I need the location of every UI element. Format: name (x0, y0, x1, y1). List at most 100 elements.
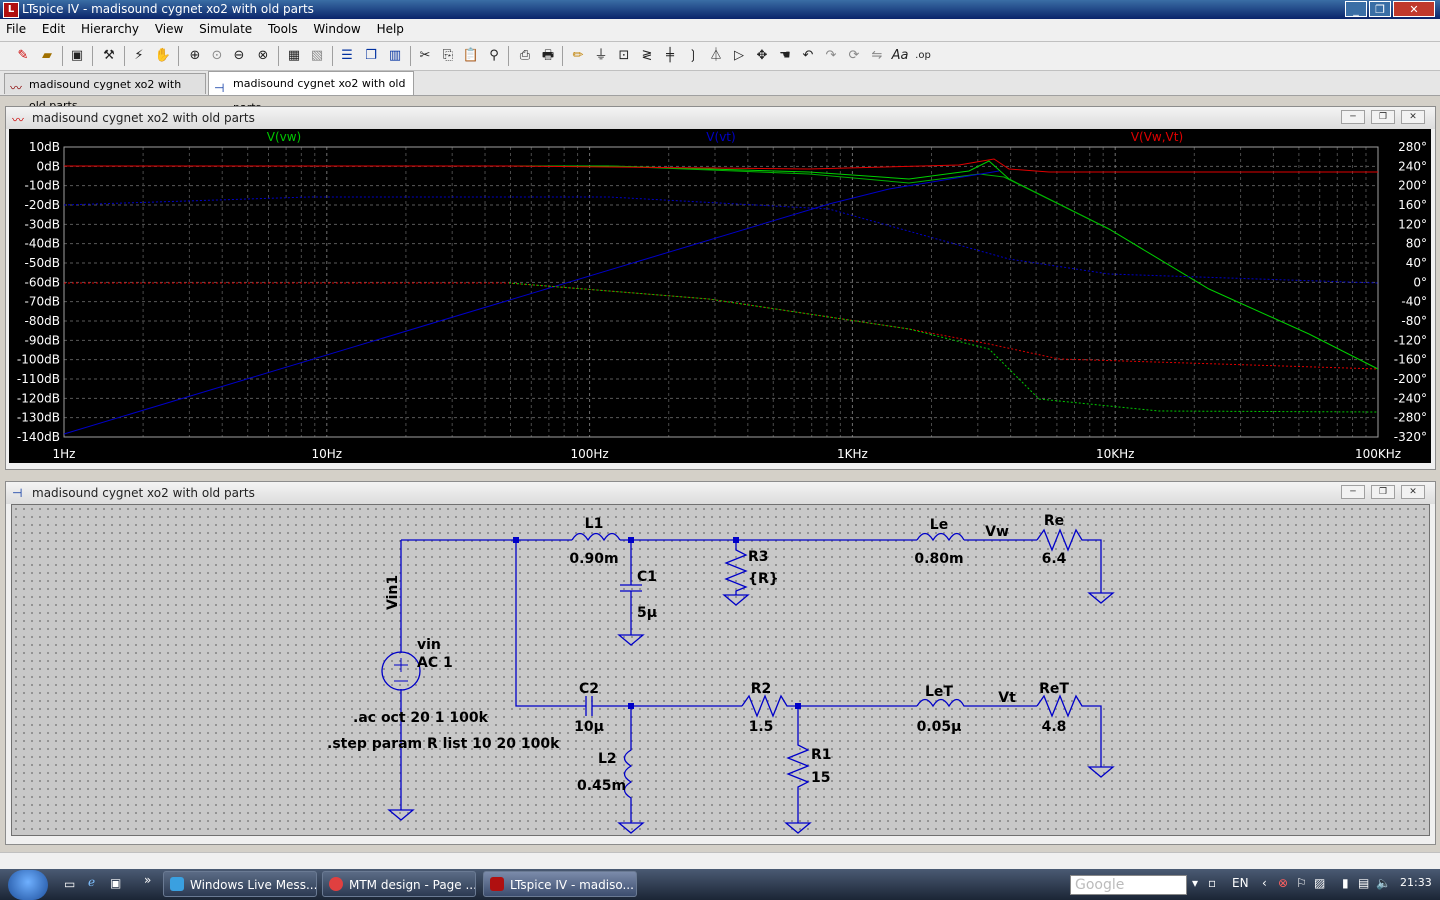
menu-hierarchy[interactable]: Hierarchy (75, 19, 145, 39)
switch-windows-icon[interactable]: ▣ (110, 876, 121, 890)
show-desktop-icon[interactable]: ▭ (64, 877, 75, 891)
diode-icon[interactable]: ⏃ (707, 47, 725, 65)
search-dropdown-icon[interactable]: ▾ (1192, 876, 1198, 890)
save-icon[interactable]: ▣ (68, 47, 86, 65)
open-folder-icon[interactable]: ▰ (38, 47, 56, 65)
component-value-r2[interactable]: 1.5 (749, 719, 774, 735)
component-value-vin[interactable]: AC 1 (417, 655, 453, 671)
tile-vertical-icon[interactable]: ▥ (386, 47, 404, 65)
net-label-vw[interactable]: Vw (985, 524, 1009, 540)
internet-explorer-icon[interactable]: ℯ (88, 875, 95, 889)
volume-icon[interactable]: 🔈 (1376, 876, 1391, 890)
trace-label-vw[interactable]: V(vw) (267, 130, 302, 144)
autorange-icon[interactable]: ▦ (285, 47, 303, 65)
search-go-icon[interactable]: ▫ (1208, 876, 1216, 890)
print-setup-icon[interactable]: ⎙ (516, 47, 534, 65)
zoom-fit-icon[interactable]: ⊗ (254, 47, 272, 65)
cascade-icon[interactable]: ❐ (362, 47, 380, 65)
component-value-c1[interactable]: 5μ (637, 605, 657, 621)
move-icon[interactable]: ✥ (753, 47, 771, 65)
text-icon[interactable]: Aa (891, 47, 909, 65)
component-value-let[interactable]: 0.05μ (917, 719, 962, 735)
minimize-button[interactable]: ─ (1341, 110, 1365, 124)
cut-icon[interactable]: ✂ (416, 47, 434, 65)
drag-icon[interactable]: ☚ (776, 47, 794, 65)
control-panel-icon[interactable]: ⚒ (100, 47, 118, 65)
menu-view[interactable]: View (149, 19, 189, 39)
trace-label-vt[interactable]: V(vt) (706, 130, 735, 144)
copy-icon[interactable]: ⎘ (439, 47, 457, 65)
close-button[interactable]: ✕ (1393, 1, 1435, 17)
component-name-r3[interactable]: R3 (748, 549, 769, 565)
resistor-icon[interactable]: ≷ (638, 47, 656, 65)
network-icon[interactable]: ⚐ (1296, 876, 1307, 890)
close-button[interactable]: ✕ (1401, 110, 1425, 124)
component-name-re[interactable]: Re (1044, 513, 1064, 529)
menu-help[interactable]: Help (371, 19, 410, 39)
network-status-icon[interactable]: ▤ (1358, 876, 1369, 890)
undo-icon[interactable]: ↶ (799, 47, 817, 65)
menu-edit[interactable]: Edit (36, 19, 71, 39)
component-name-ret[interactable]: ReT (1039, 681, 1069, 697)
component-name-let[interactable]: LeT (925, 684, 953, 700)
antivirus-icon[interactable]: ⊗ (1278, 876, 1288, 890)
restore-button[interactable]: ❐ (1369, 1, 1391, 17)
component-name-r2[interactable]: R2 (751, 681, 772, 697)
menu-window[interactable]: Window (307, 19, 366, 39)
net-label-vin1[interactable]: Vin1 (385, 575, 401, 610)
schematic-canvas[interactable]: L1 0.90m C1 5μ R3 {R} Le 0.80m Vw Re 6.4… (11, 504, 1430, 836)
menu-simulate[interactable]: Simulate (193, 19, 258, 39)
component-name-vin[interactable]: vin (417, 637, 441, 653)
chevron-right-icon[interactable]: » (144, 873, 151, 887)
maximize-button[interactable]: ❐ (1371, 110, 1395, 124)
clock[interactable]: 21:33 (1400, 876, 1432, 889)
label-net-icon[interactable]: ⊡ (615, 47, 633, 65)
component-name-c1[interactable]: C1 (637, 569, 657, 585)
pan-icon[interactable]: ⊙ (208, 47, 226, 65)
mirror-icon[interactable]: ⇋ (868, 47, 886, 65)
component-value-l1[interactable]: 0.90m (569, 551, 618, 567)
component-name-c2[interactable]: C2 (579, 681, 599, 697)
chevron-left-icon[interactable]: ‹ (1262, 876, 1267, 890)
paste-icon[interactable]: 📋 (462, 47, 480, 65)
minimize-button[interactable]: _ (1345, 1, 1367, 17)
zoom-out-icon[interactable]: ⊖ (230, 47, 248, 65)
component-value-ret[interactable]: 4.8 (1042, 719, 1067, 735)
grid-icon[interactable]: ▧ (308, 47, 326, 65)
zoom-in-icon[interactable]: ⊕ (186, 47, 204, 65)
net-label-vt[interactable]: Vt (998, 690, 1016, 706)
run-icon[interactable]: ⚡ (130, 47, 148, 65)
component-value-r3[interactable]: {R} (748, 571, 779, 587)
find-icon[interactable]: ⚲ (485, 47, 503, 65)
halt-icon[interactable]: ✋ (154, 47, 172, 65)
ground-icon[interactable]: ⏚ (592, 47, 610, 65)
tab-waveform[interactable]: 〰 madisound cygnet xo2 with old parts (4, 73, 206, 112)
component-name-r1[interactable]: R1 (811, 747, 832, 763)
waveform-plot[interactable]: V(vw) V(vt) V(Vw,Vt) 10dB 280° 0dB 240° -10d… (9, 129, 1431, 463)
language-indicator[interactable]: EN (1232, 876, 1249, 890)
spice-directive-icon[interactable]: .op (914, 47, 932, 65)
component-value-re[interactable]: 6.4 (1042, 551, 1067, 567)
spice-directive-ac[interactable]: .ac oct 20 1 100k (353, 710, 489, 726)
new-schematic-icon[interactable]: ✎ (14, 47, 32, 65)
menu-tools[interactable]: Tools (262, 19, 304, 39)
taskbar-item-chrome[interactable]: MTM design - Page ... (322, 871, 476, 897)
component-value-le[interactable]: 0.80m (914, 551, 963, 567)
draw-wire-icon[interactable]: ✏ (569, 47, 587, 65)
trace-label-vw-vt[interactable]: V(Vw,Vt) (1131, 130, 1183, 144)
redo-icon[interactable]: ↷ (822, 47, 840, 65)
battery-icon[interactable]: ▮ (1342, 876, 1349, 890)
component-name-l2[interactable]: L2 (598, 751, 617, 767)
spice-directive-step[interactable]: .step param R list 10 20 100k (327, 736, 560, 752)
taskbar-item-messenger[interactable]: Windows Live Mess... (163, 871, 317, 897)
component-name-le[interactable]: Le (930, 517, 948, 533)
capacitor-icon[interactable]: ╪ (661, 47, 679, 65)
maximize-button[interactable]: ❐ (1371, 485, 1395, 499)
tray-app-icon[interactable]: ▨ (1314, 876, 1325, 890)
tab-schematic[interactable]: ⊣ madisound cygnet xo2 with old parts (208, 71, 414, 114)
component-value-r1[interactable]: 15 (811, 770, 830, 786)
menu-file[interactable]: File (0, 19, 32, 39)
taskbar-item-ltspice[interactable]: LTspice IV - madiso... (483, 871, 637, 897)
close-button[interactable]: ✕ (1401, 485, 1425, 499)
minimize-button[interactable]: ─ (1341, 485, 1365, 499)
